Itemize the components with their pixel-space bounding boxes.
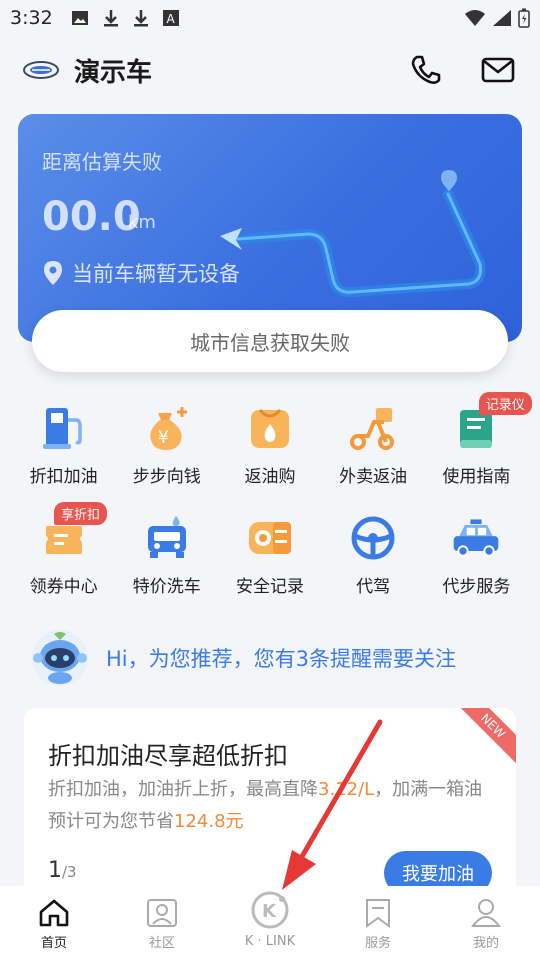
- service-label: 返油购: [244, 467, 296, 487]
- promo-price-drop: 3.12/L: [318, 779, 375, 800]
- bottom-tab-bar: 首页 社区 K K · LINK 服务 我的: [0, 886, 540, 960]
- service-car-wash[interactable]: 特价洗车: [115, 512, 218, 597]
- services-row-2: 享折扣 领券中心 特价洗车 安全记录 代驾 代步服务: [12, 502, 528, 597]
- signal-icon: [493, 10, 511, 26]
- svg-text:¥: ¥: [158, 428, 169, 448]
- app-header: 演示车: [0, 46, 540, 94]
- route-graphic: [220, 170, 486, 298]
- distance-unit: km: [128, 212, 156, 233]
- service-label: 外卖返油: [339, 467, 408, 487]
- tab-community[interactable]: 社区: [108, 886, 216, 960]
- distance-title: 距离估算失败: [42, 150, 162, 174]
- city-info-text: 城市信息获取失败: [190, 330, 350, 355]
- oil-bag-icon: [244, 402, 296, 454]
- tab-label: 社区: [148, 936, 175, 951]
- service-chauffeur[interactable]: 代驾: [322, 512, 425, 597]
- klink-icon: K: [251, 891, 289, 929]
- brand-logo: [23, 61, 59, 79]
- recorder-badge: 记录仪: [478, 392, 532, 415]
- status-time: 3:32: [10, 7, 53, 29]
- community-icon: [147, 899, 177, 927]
- fuel-pump-icon: [38, 402, 90, 454]
- image-notification-icon: [71, 11, 88, 25]
- service-label: 代步服务: [442, 577, 511, 597]
- svg-text:K: K: [262, 901, 277, 922]
- service-bookmark-icon: [366, 899, 390, 928]
- safety-record-icon: [244, 512, 296, 564]
- service-label: 领券中心: [29, 577, 98, 597]
- scooter-icon: [347, 402, 399, 454]
- robot-assistant-icon: [32, 630, 88, 686]
- message-icon[interactable]: [480, 52, 516, 88]
- money-bag-icon: ¥: [141, 402, 193, 454]
- promo-title: 折扣加油尽享超低折扣: [48, 742, 288, 770]
- service-label: 折扣加油: [29, 467, 98, 487]
- service-takeout-oil[interactable]: 外卖返油: [322, 402, 425, 487]
- page-total: /3: [62, 863, 77, 881]
- car-wash-icon: [141, 512, 193, 564]
- steering-wheel-icon: [347, 512, 399, 564]
- service-oil-rebate[interactable]: 返油购: [218, 402, 321, 487]
- service-label: 代驾: [356, 577, 391, 597]
- service-steps-money[interactable]: ¥ 步步向钱: [115, 402, 218, 487]
- service-label: 安全记录: [235, 577, 304, 597]
- status-bar: 3:32 A: [0, 0, 540, 36]
- notification-icons: A: [71, 9, 179, 27]
- service-label: 特价洗车: [132, 577, 201, 597]
- download-icon: [103, 10, 118, 27]
- wifi-icon: [465, 10, 485, 26]
- location-pin-icon: [44, 261, 62, 285]
- battery-icon: [518, 8, 530, 28]
- service-fuel-discount[interactable]: 折扣加油: [12, 402, 115, 487]
- tab-label: 服务: [364, 936, 391, 951]
- phone-icon[interactable]: [408, 52, 444, 88]
- service-label: 使用指南: [442, 467, 511, 487]
- new-ribbon: NEW: [454, 708, 516, 765]
- vehicle-name: 演示车: [74, 57, 153, 88]
- home-icon: [39, 899, 69, 927]
- recommendation-row[interactable]: Hi，为您推荐，您有3条提醒需要关注: [28, 628, 456, 688]
- tab-label: K · LINK: [244, 934, 296, 949]
- service-label: 步步向钱: [132, 467, 201, 487]
- service-user-guide[interactable]: 记录仪 使用指南: [425, 392, 532, 487]
- svg-text:A: A: [166, 12, 175, 26]
- tab-service[interactable]: 服务: [324, 886, 432, 960]
- tab-profile[interactable]: 我的: [432, 886, 540, 960]
- tab-home[interactable]: 首页: [0, 886, 108, 960]
- tab-klink[interactable]: K K · LINK: [216, 886, 324, 960]
- promo-desc-text: 折扣加油，加油折上折，最高直降: [48, 779, 318, 800]
- taxi-icon: [450, 512, 502, 564]
- distance-value: 00.0: [42, 194, 141, 240]
- service-safety-record[interactable]: 安全记录: [218, 512, 321, 597]
- tab-label: 我的: [472, 936, 499, 951]
- vehicle-status-card[interactable]: 距离估算失败 00.0 km 当前车辆暂无设备: [18, 114, 522, 342]
- promo-description: 折扣加油，加油折上折，最高直降3.12/L，加满一箱油预计可为您节省124.8元: [48, 774, 488, 838]
- services-row-1: 折扣加油 ¥ 步步向钱 返油购 外卖返油 记录仪 使用指南: [12, 392, 532, 487]
- service-coupon-center[interactable]: 享折扣 领券中心: [12, 502, 115, 597]
- page-current: 1: [48, 858, 62, 883]
- service-mobility[interactable]: 代步服务: [425, 512, 528, 597]
- city-info-bar[interactable]: 城市信息获取失败: [32, 310, 508, 372]
- promo-savings: 124.8元: [174, 811, 244, 832]
- profile-icon: [471, 899, 501, 927]
- tab-label: 首页: [40, 936, 67, 951]
- promo-pager: 1/3: [48, 858, 77, 883]
- recommendation-text: Hi，为您推荐，您有3条提醒需要关注: [106, 647, 456, 671]
- discount-badge: 享折扣: [54, 502, 108, 525]
- download-icon-2: [133, 10, 148, 27]
- system-icons: [464, 8, 530, 28]
- font-icon: A: [162, 10, 179, 26]
